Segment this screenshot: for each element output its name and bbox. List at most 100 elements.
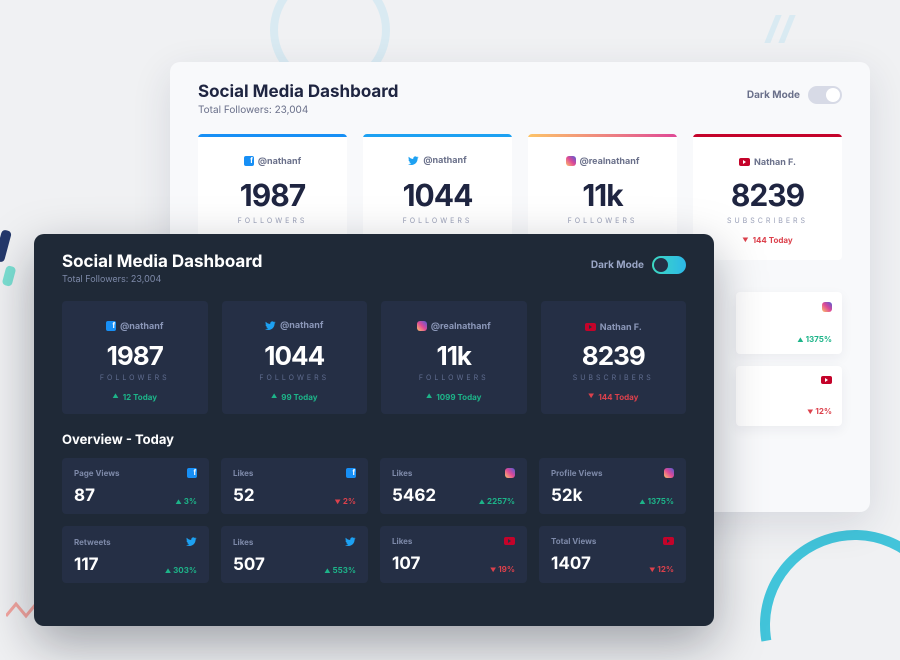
decorative-bar <box>0 229 12 262</box>
follower-count: 8239 <box>699 178 836 214</box>
handle-text: @realnathanf <box>431 321 491 332</box>
instagram-icon <box>822 302 832 312</box>
page-subtitle: Total Followers: 23,004 <box>62 274 263 285</box>
follower-label: FOLLOWERS <box>534 216 671 225</box>
youtube-icon <box>821 376 832 384</box>
facebook-icon <box>187 468 197 478</box>
youtube-icon <box>504 537 515 545</box>
facebook-icon <box>244 156 254 166</box>
instagram-icon <box>566 156 576 166</box>
follower-count: 1044 <box>369 178 506 214</box>
follower-label: SUBSCRIBERS <box>699 216 836 225</box>
metric-value: 507 <box>233 555 265 575</box>
delta-today: 1099 Today <box>426 392 481 402</box>
dark-mode-label: Dark Mode <box>747 89 800 101</box>
pct-change: 1375% <box>639 496 674 506</box>
pct-change: 2% <box>335 496 356 506</box>
pct-change: 2257% <box>479 496 515 506</box>
overview-heading: Overview - Today <box>62 432 686 448</box>
pct-change: 3% <box>175 496 197 506</box>
handle-text: @nathanf <box>120 321 163 332</box>
handle-text: @nathanf <box>258 156 301 167</box>
twitter-icon <box>408 155 419 166</box>
overview-tile[interactable]: Total Views 1407 12% <box>539 526 686 583</box>
metric-label: Profile Views <box>551 468 602 478</box>
metric-value: 117 <box>74 555 99 575</box>
follower-card-youtube[interactable]: Nathan F. 8239 SUBSCRIBERS 144 Today <box>541 301 687 414</box>
dark-mode-label: Dark Mode <box>591 259 644 271</box>
handle-text: @realnathanf <box>580 156 640 167</box>
youtube-icon <box>585 323 596 331</box>
pct-change: 553% <box>324 565 356 575</box>
metric-value: 52 <box>233 486 255 506</box>
metric-value: 1407 <box>551 554 591 574</box>
follower-count: 1044 <box>226 341 364 372</box>
follower-label: FOLLOWERS <box>204 216 341 225</box>
follower-label: FOLLOWERS <box>226 373 364 382</box>
instagram-icon <box>417 321 427 331</box>
overview-tile[interactable]: Likes 507 553% <box>221 526 368 583</box>
dashboard-dark-panel: Social Media Dashboard Total Followers: … <box>34 234 714 626</box>
follower-card-facebook[interactable]: @nathanf 1987 FOLLOWERS 12 Today <box>62 301 208 414</box>
twitter-icon <box>265 320 276 331</box>
overview-tile[interactable]: Profile Views 52k 1375% <box>539 458 686 514</box>
follower-label: FOLLOWERS <box>66 373 204 382</box>
overview-tile[interactable]: Retweets 117 303% <box>62 526 209 583</box>
twitter-icon <box>186 536 197 547</box>
decorative-slashes <box>770 15 810 55</box>
metric-value: 87 <box>74 486 95 506</box>
overview-tile[interactable]: Likes 52 2% <box>221 458 368 514</box>
delta-today: 144 Today <box>742 235 792 245</box>
metric-label: Total Views <box>551 536 596 546</box>
follower-count: 11k <box>534 178 671 214</box>
handle-text: @nathanf <box>423 155 466 166</box>
follower-card-instagram[interactable]: @realnathanf 11k FOLLOWERS 1099 Today <box>381 301 527 414</box>
follower-count: 1987 <box>66 341 204 372</box>
dark-mode-toggle[interactable] <box>808 86 842 104</box>
overview-tile-peek[interactable]: 1375% <box>736 292 842 354</box>
metric-value: 107 <box>392 554 420 574</box>
twitter-icon <box>345 536 356 547</box>
follower-count: 8239 <box>545 341 683 372</box>
youtube-icon <box>663 537 674 545</box>
metric-value: 52k <box>551 486 582 506</box>
follower-label: SUBSCRIBERS <box>545 373 683 382</box>
facebook-icon <box>346 468 356 478</box>
handle-text: @nathanf <box>280 320 323 331</box>
metric-label: Page Views <box>74 468 120 478</box>
handle-text: Nathan F. <box>600 322 642 333</box>
page-title: Social Media Dashboard <box>62 252 263 272</box>
follower-card-twitter[interactable]: @nathanf 1044 FOLLOWERS 99 Today <box>222 301 368 414</box>
metric-label: Likes <box>233 468 253 478</box>
instagram-icon <box>664 468 674 478</box>
overview-tile[interactable]: Page Views 87 3% <box>62 458 209 514</box>
follower-label: FOLLOWERS <box>369 216 506 225</box>
decorative-bar <box>2 265 17 287</box>
overview-tile[interactable]: Likes 5462 2257% <box>380 458 527 514</box>
delta-today: 12 Today <box>112 392 157 402</box>
metric-label: Likes <box>392 536 412 546</box>
follower-count: 1987 <box>204 178 341 214</box>
youtube-icon <box>739 158 750 166</box>
metric-label: Likes <box>233 537 253 547</box>
metric-label: Retweets <box>74 537 111 547</box>
delta-today: 144 Today <box>588 392 638 402</box>
decorative-arc <box>723 493 900 660</box>
instagram-icon <box>505 468 515 478</box>
handle-text: Nathan F. <box>754 157 796 168</box>
page-subtitle: Total Followers: 23,004 <box>198 104 399 116</box>
facebook-icon <box>106 321 116 331</box>
follower-label: FOLLOWERS <box>385 373 523 382</box>
metric-value: 5462 <box>392 486 436 506</box>
overview-tile-peek[interactable]: 12% <box>736 366 842 426</box>
delta-today: 99 Today <box>271 392 318 402</box>
page-title: Social Media Dashboard <box>198 82 399 102</box>
follower-count: 11k <box>385 341 523 372</box>
follower-card-youtube[interactable]: Nathan F. 8239 SUBSCRIBERS 144 Today <box>693 134 842 260</box>
metric-label: Likes <box>392 468 412 478</box>
pct-change: 12% <box>649 564 674 574</box>
overview-tile[interactable]: Likes 107 19% <box>380 526 527 583</box>
pct-change: 1375% <box>797 334 832 344</box>
dark-mode-toggle[interactable] <box>652 256 686 274</box>
pct-change: 12% <box>807 406 832 416</box>
